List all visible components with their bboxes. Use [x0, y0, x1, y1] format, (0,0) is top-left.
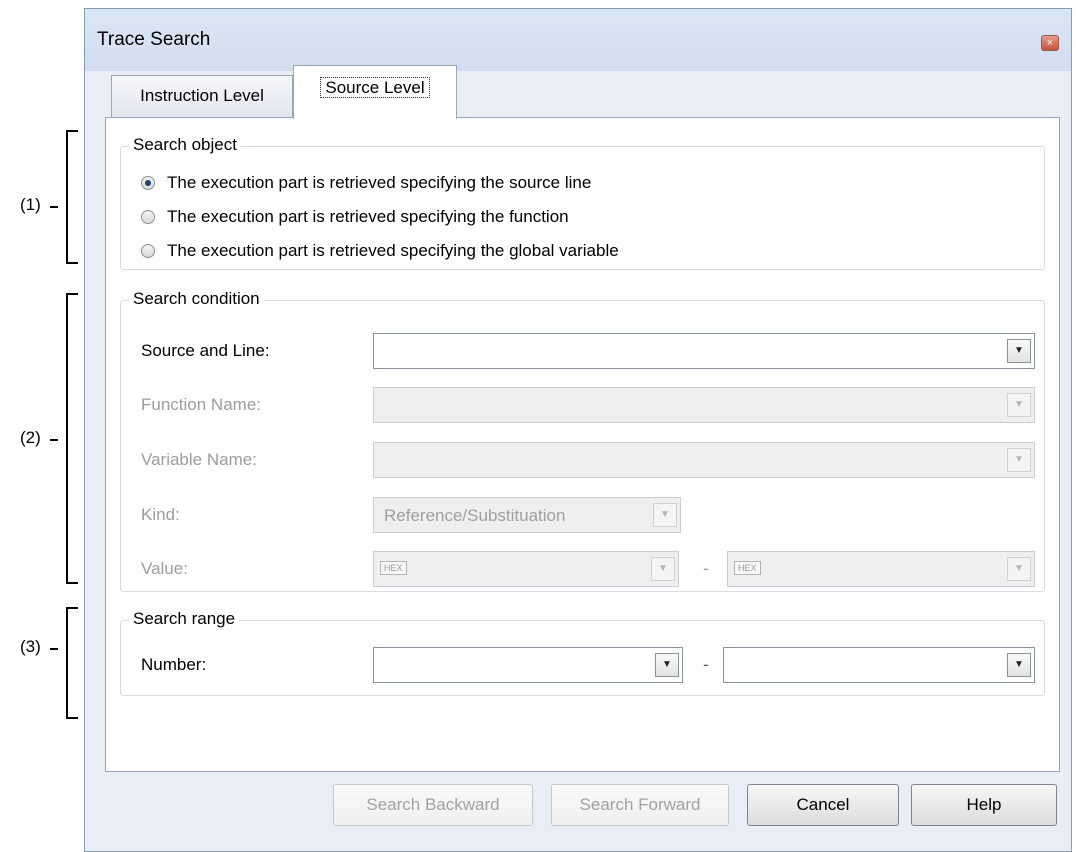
number-from-combo[interactable]: ▼ — [373, 647, 683, 683]
number-to-combo[interactable]: ▼ — [723, 647, 1035, 683]
search-range-group: Search range Number: ▼ - ▼ — [120, 609, 1045, 696]
radio-label: The execution part is retrieved specifyi… — [167, 173, 592, 192]
search-condition-group: Search condition Source and Line: ▼ Func… — [120, 289, 1045, 592]
search-range-title: Search range — [129, 609, 240, 629]
annotation-3-bracket — [66, 607, 78, 719]
chevron-down-icon: ▼ — [1007, 448, 1031, 472]
chevron-down-icon: ▼ — [651, 557, 675, 581]
source-and-line-combo[interactable]: ▼ — [373, 333, 1035, 369]
radio-global-variable[interactable]: The execution part is retrieved specifyi… — [141, 241, 619, 261]
annotation-3: (3) — [20, 637, 41, 656]
search-object-group: Search object The execution part is retr… — [120, 135, 1045, 270]
source-and-line-label: Source and Line: — [141, 341, 270, 360]
radio-icon — [141, 210, 155, 224]
close-icon[interactable]: × — [1041, 35, 1059, 51]
window-title: Trace Search — [97, 29, 211, 50]
chevron-down-icon: ▼ — [653, 503, 677, 527]
hex-badge: HEX — [734, 561, 761, 575]
annotation-1: (1) — [20, 195, 41, 214]
value-from-combo: HEX ▼ — [373, 551, 679, 587]
annotation-1-tick — [50, 206, 58, 208]
tab-label: Instruction Level — [140, 86, 264, 105]
kind-label: Kind: — [141, 505, 180, 524]
radio-source-line[interactable]: The execution part is retrieved specifyi… — [141, 173, 591, 193]
chevron-down-icon: ▼ — [1007, 393, 1031, 417]
tab-source-level[interactable]: Source Level — [293, 65, 457, 119]
annotation-2: (2) — [20, 428, 41, 447]
variable-name-label: Variable Name: — [141, 450, 257, 469]
hex-badge: HEX — [380, 561, 407, 575]
search-object-title: Search object — [129, 135, 241, 155]
number-range-separator: - — [703, 655, 709, 674]
chevron-down-icon[interactable]: ▼ — [1007, 653, 1031, 677]
value-label: Value: — [141, 559, 188, 578]
chevron-down-icon: ▼ — [1007, 557, 1031, 581]
radio-function[interactable]: The execution part is retrieved specifyi… — [141, 207, 569, 227]
help-button[interactable]: Help — [911, 784, 1057, 826]
search-condition-title: Search condition — [129, 289, 264, 309]
annotation-2-tick — [50, 439, 58, 441]
variable-name-combo: ▼ — [373, 442, 1035, 478]
chevron-down-icon[interactable]: ▼ — [655, 653, 679, 677]
combo-value: Reference/Substituation — [384, 506, 566, 525]
tab-instruction-level[interactable]: Instruction Level — [111, 75, 293, 117]
source-level-panel: Search object The execution part is retr… — [105, 117, 1060, 772]
search-forward-button: Search Forward — [551, 784, 729, 826]
chevron-down-icon[interactable]: ▼ — [1007, 339, 1031, 363]
radio-label: The execution part is retrieved specifyi… — [167, 207, 569, 226]
annotation-2-bracket — [66, 293, 78, 584]
function-name-label: Function Name: — [141, 395, 261, 414]
value-range-separator: - — [703, 559, 709, 578]
radio-icon — [141, 244, 155, 258]
annotation-3-tick — [50, 648, 58, 650]
trace-search-dialog: Trace Search × Instruction Level Source … — [84, 8, 1072, 852]
radio-label: The execution part is retrieved specifyi… — [167, 241, 619, 260]
value-to-combo: HEX ▼ — [727, 551, 1035, 587]
search-backward-button: Search Backward — [333, 784, 533, 826]
title-bar: Trace Search × — [85, 9, 1071, 71]
number-label: Number: — [141, 655, 207, 674]
tab-label: Source Level — [320, 77, 430, 98]
function-name-combo: ▼ — [373, 387, 1035, 423]
annotation-1-bracket — [66, 130, 78, 264]
kind-combo: Reference/Substituation ▼ — [373, 497, 681, 533]
cancel-button[interactable]: Cancel — [747, 784, 899, 826]
radio-icon — [141, 176, 155, 190]
